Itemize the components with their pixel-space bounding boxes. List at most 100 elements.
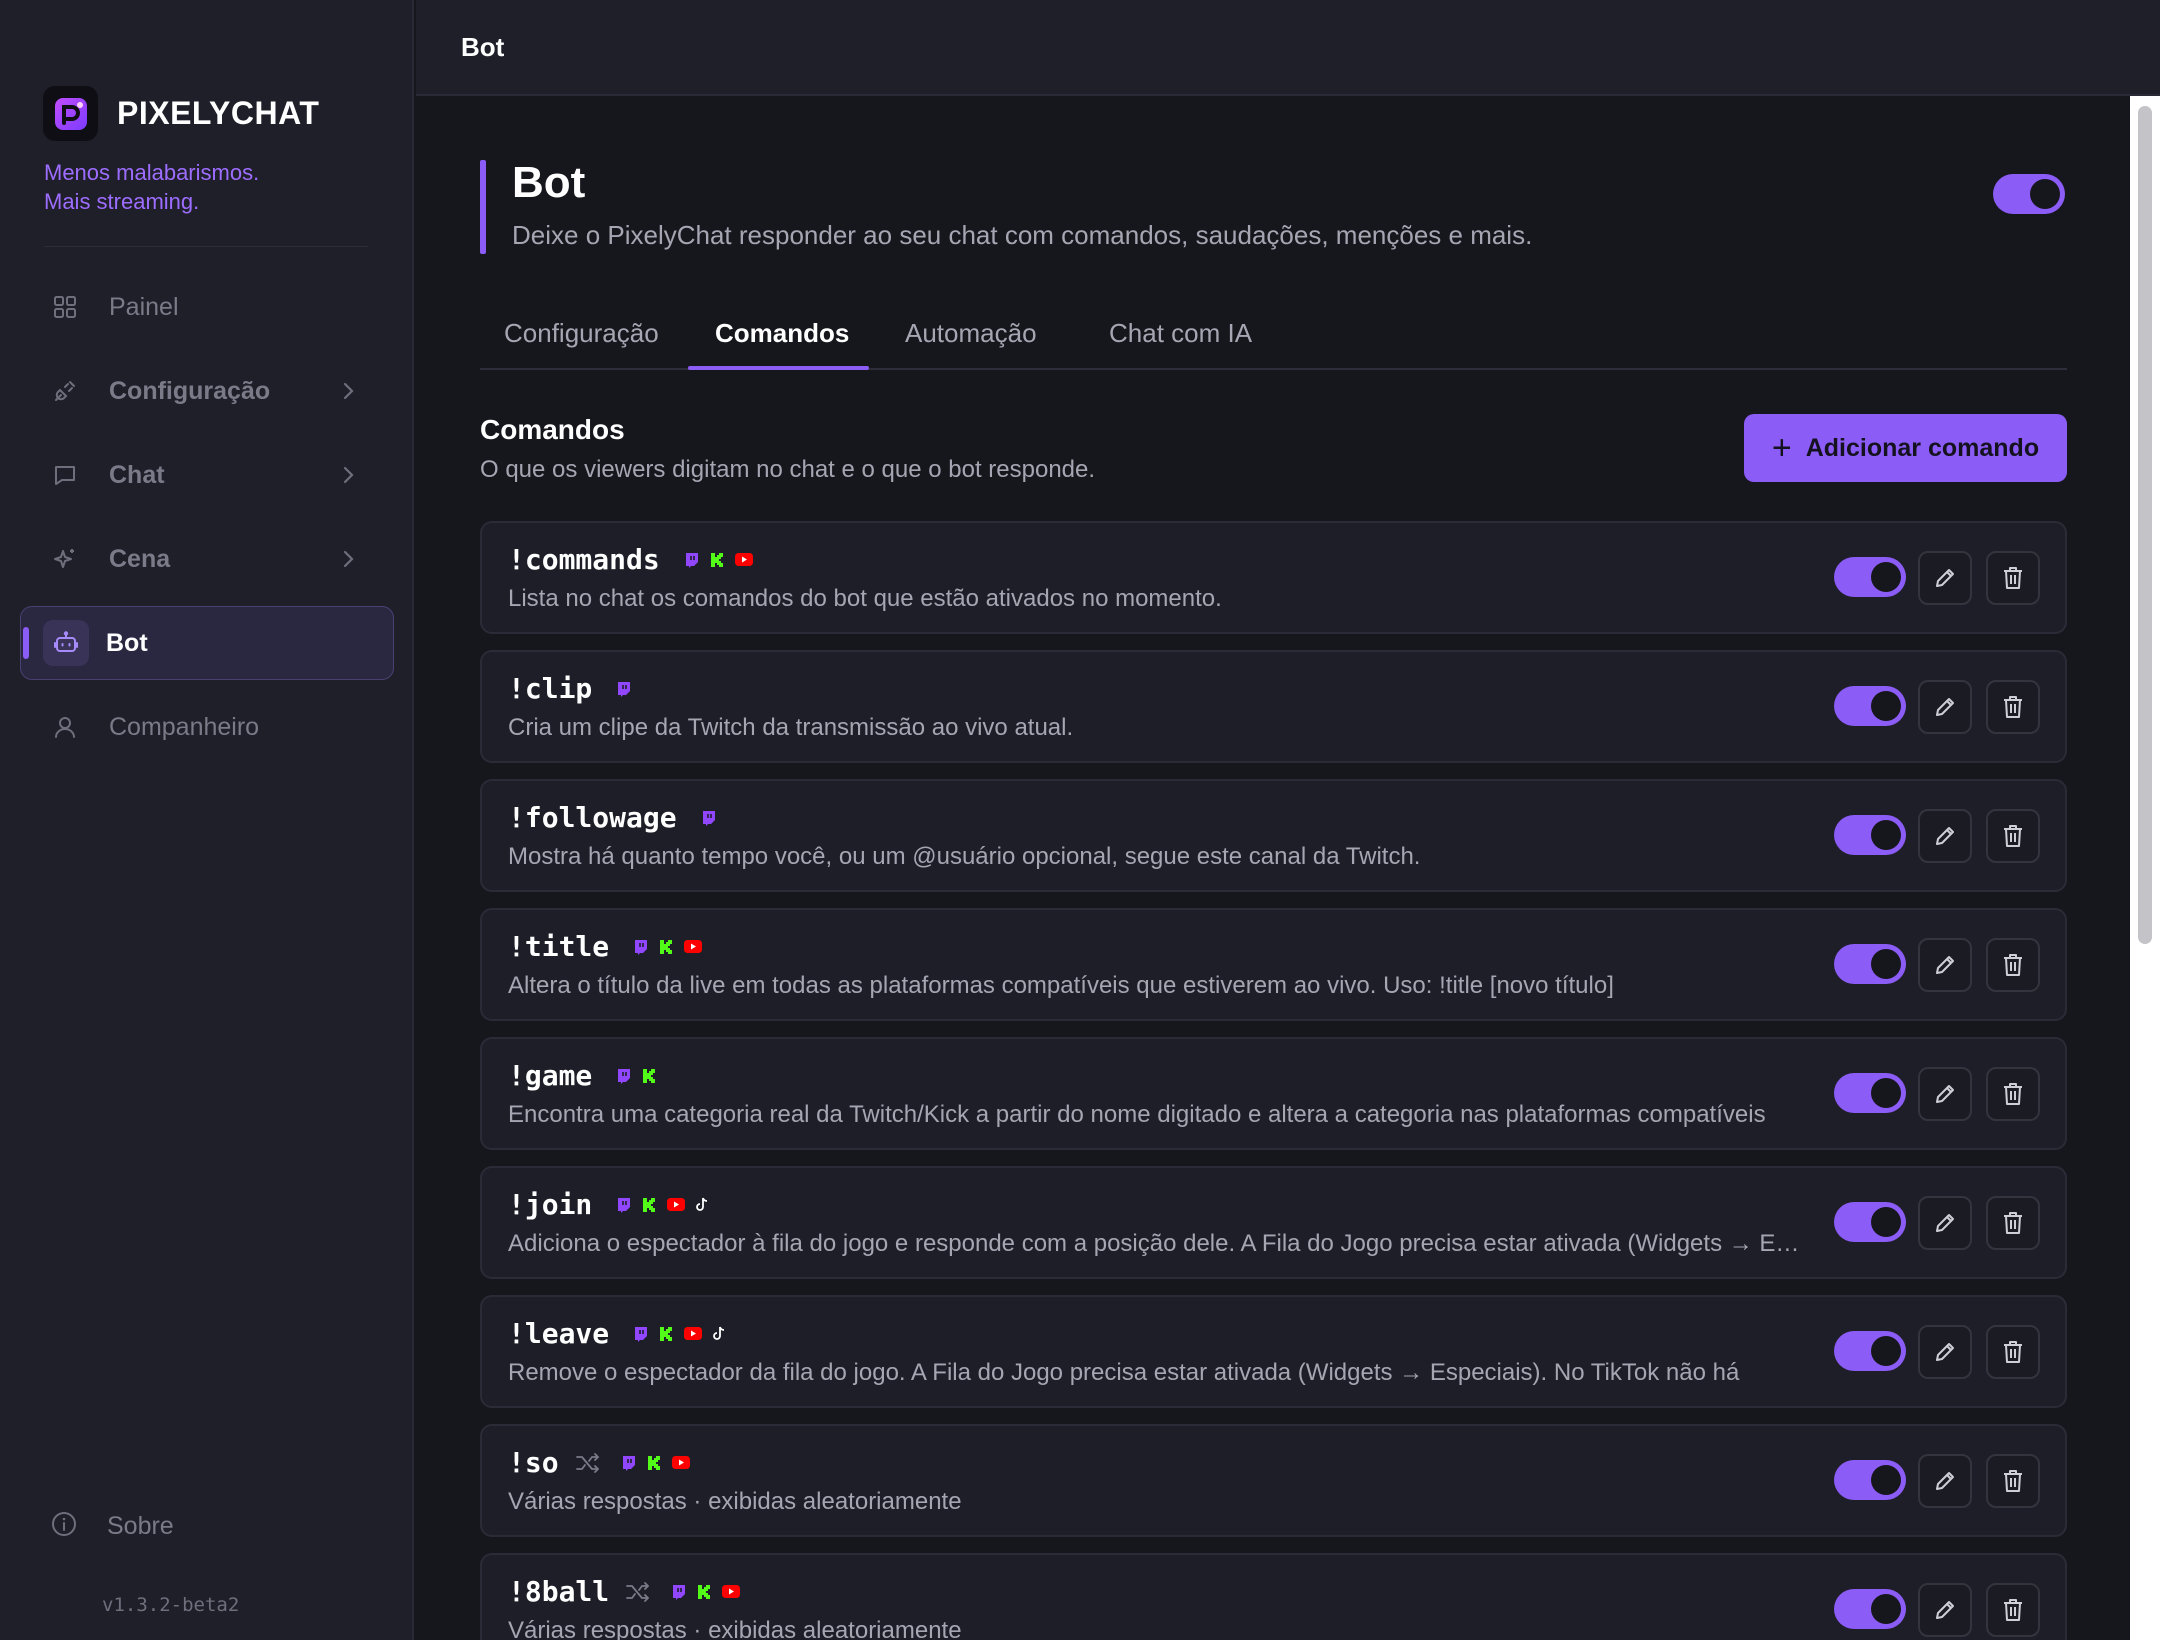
kick-icon [642,1068,657,1083]
command-enabled-toggle[interactable] [1834,944,1906,984]
command-name: !leave [508,1317,610,1350]
scrollbar[interactable] [2130,96,2160,1640]
header-accent-bar [480,160,486,254]
trash-icon [2001,1081,2025,1107]
command-enabled-toggle[interactable] [1834,686,1906,726]
kick-icon [697,1584,712,1599]
sidebar-item-painel[interactable]: Painel [20,270,394,344]
add-command-button[interactable]: + Adicionar comando [1744,414,2067,482]
command-header: !clip [508,672,642,705]
edit-command-button[interactable] [1918,938,1972,992]
sidebar-divider [44,246,368,247]
command-row: !clip Cria um clipe da Twitch da transmis… [480,650,2067,763]
plus-icon: + [1771,429,1792,467]
edit-command-button[interactable] [1918,680,1972,734]
command-enabled-toggle[interactable] [1834,1589,1906,1629]
edit-command-button[interactable] [1918,1325,1972,1379]
delete-command-button[interactable] [1986,938,2040,992]
page-subtitle: Deixe o PixelyChat responder ao seu chat… [512,220,1533,250]
active-tab-indicator [688,366,869,370]
command-description: Cria um clipe da Twitch da transmissão a… [508,714,1074,741]
chevron-right-icon [336,378,360,409]
trash-icon [2001,823,2025,849]
brand-name: PIXELYCHAT [117,95,320,131]
sidebar-item-chat[interactable]: Chat [20,438,394,512]
section-subtitle: O que os viewers digitam no chat e o que… [480,456,1096,483]
command-enabled-toggle[interactable] [1834,557,1906,597]
sidebar-item-configuracao[interactable]: Configuração [20,354,394,428]
tab-automacao[interactable]: Automação [905,318,1037,349]
sidebar-item-label: Cena [109,544,171,573]
robot-icon [43,620,89,666]
command-list: !commands Lista no chat os comandos do bo… [480,521,2067,1640]
twitch-icon [701,810,717,826]
app-version: v1.3.2-beta2 [102,1594,240,1616]
twitch-icon [616,1068,632,1084]
edit-command-button[interactable] [1918,551,1972,605]
platform-badges [671,1584,750,1600]
delete-command-button[interactable] [1986,809,2040,863]
pencil-icon [1932,1339,1958,1365]
command-header: !so [508,1446,700,1479]
pencil-icon [1932,1597,1958,1623]
platform-badges [633,1326,736,1342]
trash-icon [2001,694,2025,720]
chevron-right-icon [336,546,360,577]
delete-command-button[interactable] [1986,680,2040,734]
delete-command-button[interactable] [1986,1583,2040,1637]
command-header: !join [508,1188,719,1221]
command-enabled-toggle[interactable] [1834,1460,1906,1500]
command-row: !followage Mostra há quanto tempo você, o… [480,779,2067,892]
tagline: Menos malabarismos. Mais streaming. [44,158,259,216]
sidebar-item-sobre[interactable]: Sobre [50,1510,174,1543]
twitch-icon [621,1455,637,1471]
edit-command-button[interactable] [1918,1196,1972,1250]
section-title: Comandos [480,414,625,445]
scrollbar-thumb[interactable] [2138,106,2152,944]
kick-icon [659,1326,674,1341]
platform-badges [621,1455,700,1471]
youtube-icon [667,1198,686,1211]
command-name: !commands [508,543,660,576]
kick-icon [659,939,674,954]
delete-command-button[interactable] [1986,1196,2040,1250]
command-header: !commands [508,543,763,576]
command-header: !title [508,930,712,963]
command-enabled-toggle[interactable] [1834,1331,1906,1371]
command-enabled-toggle[interactable] [1834,1073,1906,1113]
command-header: !leave [508,1317,736,1350]
delete-command-button[interactable] [1986,1325,2040,1379]
command-description: Altera o título da live em todas as plat… [508,972,1614,999]
plug-icon [50,376,80,406]
tab-configuracao[interactable]: Configuração [504,318,659,349]
pencil-icon [1932,1081,1958,1107]
brand[interactable]: PIXELYCHAT [43,86,319,141]
edit-command-button[interactable] [1918,1454,1972,1508]
topbar-title: Bot [461,32,505,62]
youtube-icon [671,1456,690,1469]
edit-command-button[interactable] [1918,1583,1972,1637]
main-content: Bot Deixe o PixelyChat responder ao seu … [416,96,2130,1640]
sidebar-item-companheiro[interactable]: Companheiro [20,690,394,764]
command-description: Encontra uma categoria real da Twitch/Ki… [508,1101,1766,1128]
tab-comandos[interactable]: Comandos [715,318,849,349]
sidebar-item-label: Chat [109,460,165,489]
sidebar-item-cena[interactable]: Cena [20,522,394,596]
edit-command-button[interactable] [1918,809,1972,863]
command-name: !title [508,930,610,963]
kick-icon [647,1455,662,1470]
bot-enabled-toggle[interactable] [1993,174,2065,214]
command-row: !leave Remove o espectador da fila do jog… [480,1295,2067,1408]
trash-icon [2001,565,2025,591]
platform-badges [616,681,642,697]
edit-command-button[interactable] [1918,1067,1972,1121]
command-enabled-toggle[interactable] [1834,815,1906,855]
command-enabled-toggle[interactable] [1834,1202,1906,1242]
sidebar-item-label: Sobre [107,1512,174,1540]
delete-command-button[interactable] [1986,551,2040,605]
sidebar-item-bot[interactable]: Bot [20,606,394,680]
delete-command-button[interactable] [1986,1454,2040,1508]
delete-command-button[interactable] [1986,1067,2040,1121]
tab-chat-com-ia[interactable]: Chat com IA [1109,318,1252,349]
command-description: Mostra há quanto tempo você, ou um @usuá… [508,843,1421,870]
